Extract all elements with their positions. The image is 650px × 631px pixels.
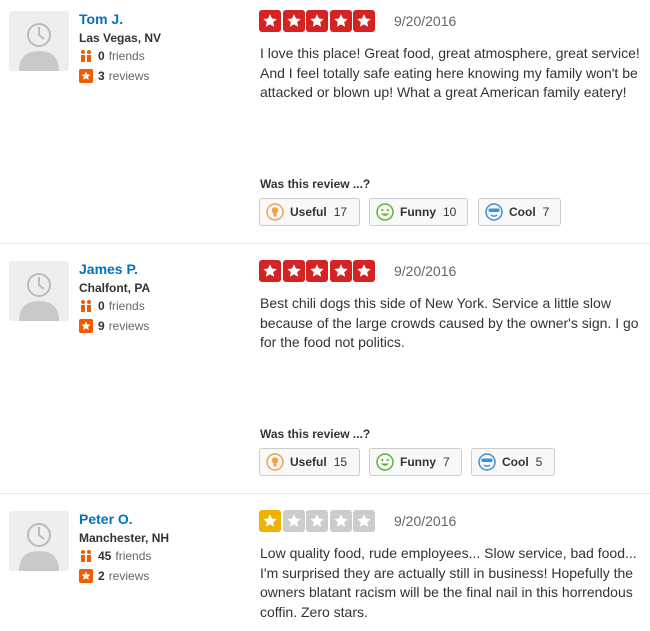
- star-rating: [259, 510, 377, 532]
- star-filled-icon: [353, 260, 375, 282]
- user-name[interactable]: Tom J.: [79, 11, 123, 27]
- cool-icon: [478, 453, 496, 471]
- vote-prompt: Was this review ...?: [260, 177, 371, 191]
- avatar[interactable]: [9, 11, 69, 71]
- useful-icon: [266, 453, 284, 471]
- review-star-icon: [79, 69, 93, 83]
- star-rating: [259, 10, 377, 32]
- useful-button[interactable]: Useful 17: [259, 198, 360, 226]
- user-name[interactable]: Peter O.: [79, 511, 133, 527]
- star-filled-icon: [259, 10, 281, 32]
- review-date: 9/20/2016: [394, 13, 457, 29]
- review-date: 9/20/2016: [394, 263, 457, 279]
- review-divider: [0, 493, 650, 494]
- useful-button[interactable]: Useful 15: [259, 448, 360, 476]
- reviews-count: 9 reviews: [79, 319, 149, 333]
- review-date: 9/20/2016: [394, 513, 457, 529]
- review-text: Best chili dogs this side of New York. S…: [260, 295, 639, 350]
- funny-button[interactable]: Funny 10: [369, 198, 468, 226]
- vote-prompt: Was this review ...?: [260, 427, 371, 441]
- friends-icon: [79, 549, 93, 563]
- star-filled-icon: [282, 260, 305, 282]
- friends-count: 45 friends: [79, 549, 151, 563]
- star-empty-icon: [353, 510, 375, 532]
- friends-count: 0 friends: [79, 299, 145, 313]
- star-filled-icon: [282, 10, 305, 32]
- cool-button[interactable]: Cool 5: [471, 448, 555, 476]
- reviews-count: 3 reviews: [79, 69, 149, 83]
- user-location: Manchester, NH: [79, 531, 170, 545]
- star-filled-icon: [329, 10, 352, 32]
- funny-icon: [376, 453, 394, 471]
- avatar[interactable]: [9, 261, 69, 321]
- star-filled-icon: [329, 260, 352, 282]
- cool-button[interactable]: Cool 7: [478, 198, 561, 226]
- review-star-icon: [79, 319, 93, 333]
- star-empty-icon: [306, 510, 328, 532]
- funny-icon: [376, 203, 394, 221]
- star-filled-icon: [306, 260, 328, 282]
- user-location: Chalfont, PA: [79, 281, 151, 295]
- star-empty-icon: [282, 510, 305, 532]
- reviews-count: 2 reviews: [79, 569, 149, 583]
- friends-count: 0 friends: [79, 49, 145, 63]
- star-filled-icon: [353, 10, 375, 32]
- user-name[interactable]: James P.: [79, 261, 138, 277]
- review-text: I love this place! Great food, great atm…: [260, 45, 640, 100]
- star-filled-icon: [259, 510, 281, 532]
- funny-button[interactable]: Funny 7: [369, 448, 462, 476]
- cool-icon: [485, 203, 503, 221]
- avatar[interactable]: [9, 511, 69, 571]
- star-filled-icon: [306, 10, 328, 32]
- star-empty-icon: [329, 510, 352, 532]
- review-text: Low quality food, rude employees... Slow…: [260, 545, 637, 620]
- review-star-icon: [79, 569, 93, 583]
- friends-icon: [79, 299, 93, 313]
- useful-icon: [266, 203, 284, 221]
- star-rating: [259, 260, 377, 282]
- user-location: Las Vegas, NV: [79, 31, 162, 45]
- friends-icon: [79, 49, 93, 63]
- review-divider: [0, 243, 650, 244]
- star-filled-icon: [259, 260, 281, 282]
